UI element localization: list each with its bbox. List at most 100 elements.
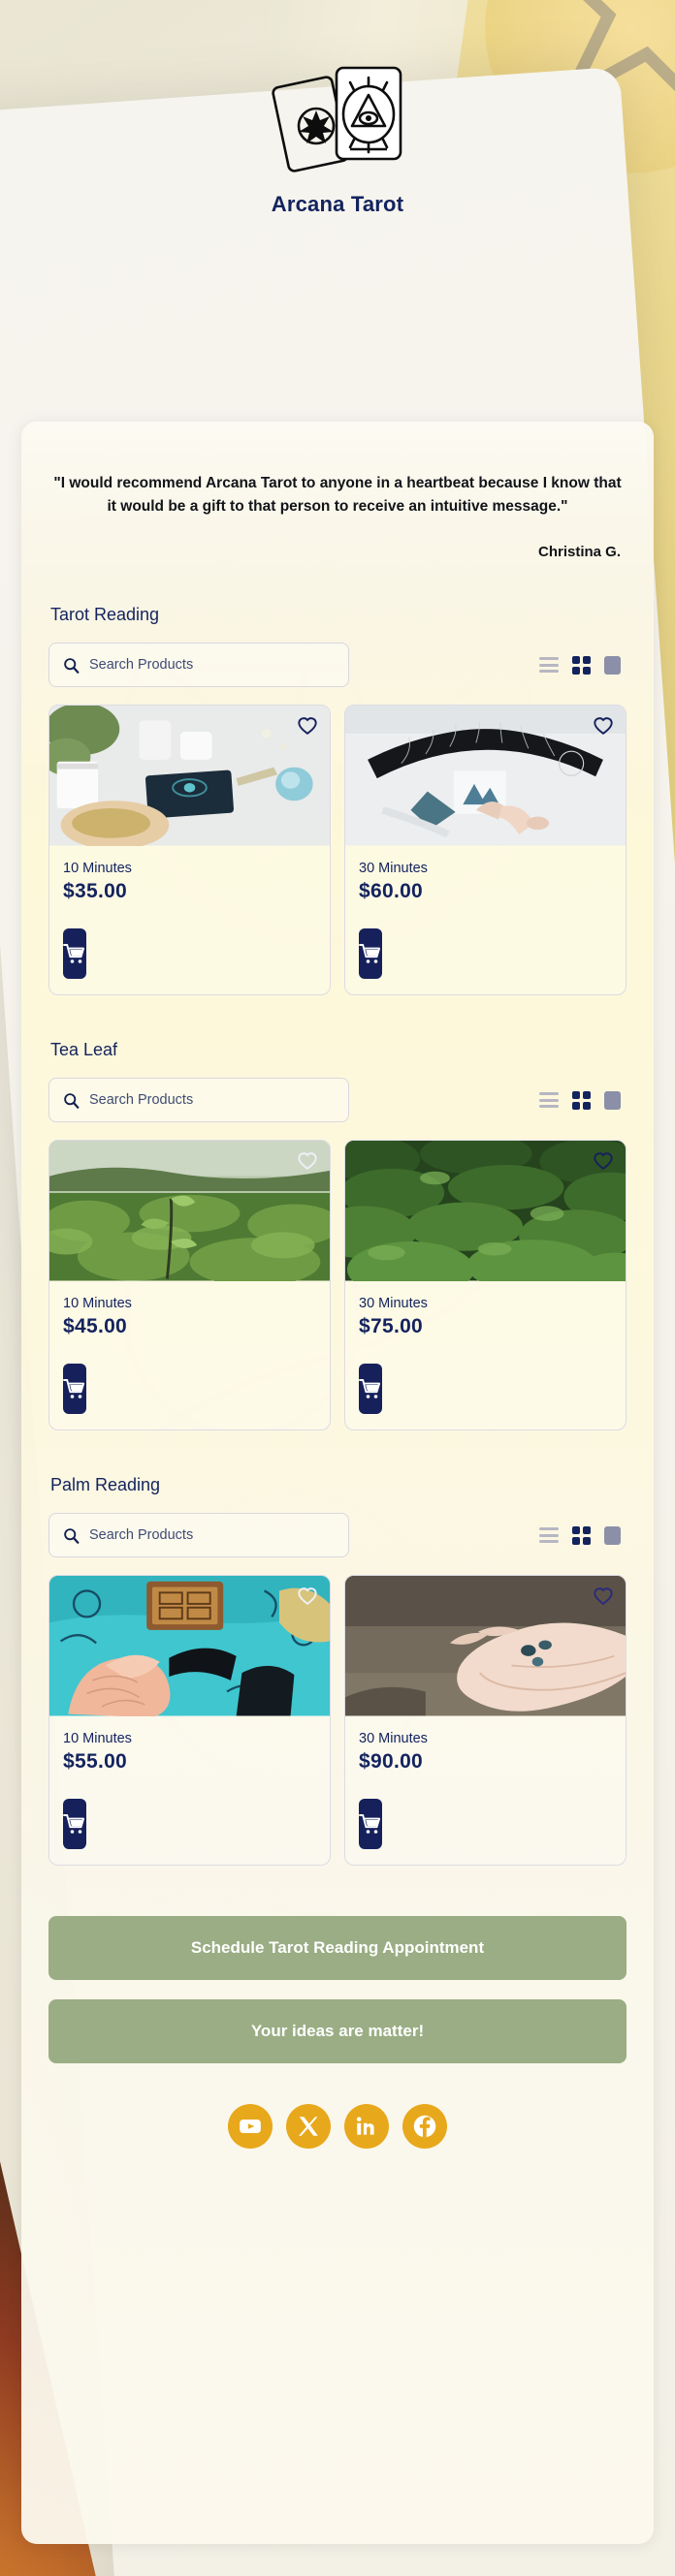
product-card[interactable]: 30 Minutes $90.00 [344, 1575, 627, 1867]
section-heading: Tarot Reading [50, 605, 160, 625]
product-price: $35.00 [63, 880, 128, 903]
testimonial-quote: "I would recommend Arcana Tarot to anyon… [53, 475, 622, 516]
list-view-icon[interactable] [539, 1527, 559, 1544]
product-duration: 10 Minutes [63, 861, 132, 877]
section-palm-reading: Palm Reading Search Products 10 Minutes … [48, 1475, 627, 1867]
product-card[interactable]: 10 Minutes $35.00 [48, 705, 331, 996]
heart-icon[interactable] [593, 715, 614, 737]
product-duration: 10 Minutes [63, 1731, 132, 1747]
single-column-view-icon[interactable] [604, 1525, 621, 1545]
product-image [49, 706, 330, 849]
grid-view-icon[interactable] [572, 1090, 591, 1110]
search-box[interactable] [48, 643, 349, 688]
product-info: 10 Minutes $45.00 [49, 1284, 330, 1338]
search-input[interactable] [89, 1092, 335, 1109]
product-grid: 10 Minutes $45.00 30 Minutes $75.00 [48, 1140, 627, 1431]
section-tea-leaf: Tea Leaf Search Products 10 Minutes $45.… [48, 1040, 627, 1431]
section-heading: Palm Reading [50, 1475, 161, 1495]
add-to-cart-button[interactable] [63, 928, 86, 980]
product-info: 10 Minutes $55.00 [49, 1719, 330, 1774]
product-image [49, 1141, 330, 1284]
heart-icon[interactable] [297, 715, 318, 737]
product-price: $45.00 [63, 1315, 128, 1338]
schedule-appointment-button[interactable]: Schedule Tarot Reading Appointment [48, 1916, 627, 1981]
product-card[interactable]: 30 Minutes $75.00 [344, 1140, 627, 1431]
tea-plantation-sprout-photo [49, 1141, 330, 1281]
view-toggle-group [539, 1525, 627, 1545]
search-input[interactable] [89, 1527, 335, 1544]
add-to-cart-button[interactable] [63, 1799, 86, 1850]
product-info: 30 Minutes $75.00 [345, 1284, 626, 1338]
product-duration: 30 Minutes [359, 1296, 428, 1312]
view-toggle-group [539, 655, 627, 675]
search-icon [64, 1527, 80, 1544]
shopping-cart-icon [359, 944, 381, 963]
facebook-icon[interactable] [402, 2104, 447, 2150]
product-info: 30 Minutes $60.00 [345, 849, 626, 903]
add-to-cart-button[interactable] [359, 928, 382, 980]
search-icon [64, 1092, 80, 1109]
youtube-icon[interactable] [228, 2104, 273, 2150]
product-card[interactable]: 30 Minutes $60.00 [344, 705, 627, 996]
search-box[interactable] [48, 1078, 349, 1123]
grid-view-icon[interactable] [572, 655, 591, 675]
view-toggle-group [539, 1090, 627, 1110]
product-image [345, 706, 626, 849]
testimonial-author: Christina G. [537, 544, 621, 561]
social-links [48, 2104, 627, 2183]
product-card[interactable]: 10 Minutes $55.00 [48, 1575, 331, 1867]
product-duration: 10 Minutes [63, 1296, 132, 1312]
page-title: Arcana Tarot [271, 192, 404, 216]
product-price: $55.00 [63, 1750, 128, 1774]
linkedin-glyph-icon [356, 2117, 374, 2135]
brand-header: Arcana Tarot [0, 56, 675, 217]
your-ideas-button[interactable]: Your ideas are matter! [48, 1999, 627, 2064]
product-image [345, 1141, 626, 1284]
cta-button-group: Schedule Tarot Reading Appointment Your … [48, 1916, 627, 2064]
heart-icon[interactable] [297, 1150, 318, 1172]
grid-view-icon[interactable] [572, 1525, 591, 1545]
section-toolbar [48, 1078, 627, 1123]
product-info: 30 Minutes $90.00 [345, 1719, 626, 1774]
search-box[interactable] [48, 1513, 349, 1558]
list-view-icon[interactable] [539, 657, 559, 674]
heart-icon[interactable] [593, 1150, 614, 1172]
linkedin-icon[interactable] [344, 2104, 389, 2150]
product-grid: 10 Minutes $55.00 30 Minutes $90.00 [48, 1575, 627, 1867]
section-heading: Tea Leaf [50, 1040, 118, 1060]
x-twitter-icon[interactable] [286, 2104, 331, 2150]
product-grid: 10 Minutes $35.00 30 Minutes $60.00 [48, 705, 627, 996]
product-price: $75.00 [359, 1315, 424, 1338]
palm-reading-cloth-photo [49, 1576, 330, 1716]
testimonial-block: "I would recommend Arcana Tarot to anyon… [48, 422, 627, 560]
list-view-icon[interactable] [539, 1092, 559, 1109]
shopping-cart-icon [359, 1379, 381, 1398]
product-card[interactable]: 10 Minutes $45.00 [48, 1140, 331, 1431]
add-to-cart-button[interactable] [63, 1364, 86, 1415]
open-palm-photo [345, 1576, 626, 1716]
search-input[interactable] [89, 657, 335, 674]
product-duration: 30 Minutes [359, 861, 428, 877]
facebook-glyph-icon [413, 2115, 436, 2138]
shopping-cart-icon [63, 1814, 85, 1834]
shopping-cart-icon [359, 1814, 381, 1834]
section-toolbar [48, 643, 627, 688]
heart-icon[interactable] [593, 1586, 614, 1607]
single-column-view-icon[interactable] [604, 655, 621, 675]
add-to-cart-button[interactable] [359, 1799, 382, 1850]
shopping-cart-icon [63, 944, 85, 963]
product-duration: 30 Minutes [359, 1731, 428, 1747]
product-image [49, 1576, 330, 1719]
x-glyph-icon [299, 2117, 318, 2136]
add-to-cart-button[interactable] [359, 1364, 382, 1415]
heart-icon[interactable] [297, 1586, 318, 1607]
main-content-card: "I would recommend Arcana Tarot to anyon… [21, 422, 654, 2544]
tarot-deck-crystals-photo [49, 706, 330, 846]
product-info: 10 Minutes $35.00 [49, 849, 330, 903]
page-root: Arcana Tarot "I would recommend Arcana T… [0, 0, 675, 2576]
tarot-card-fan-photo [345, 706, 626, 846]
product-image [345, 1576, 626, 1719]
shopping-cart-icon [63, 1379, 85, 1398]
single-column-view-icon[interactable] [604, 1090, 621, 1110]
youtube-glyph-icon [240, 2119, 261, 2134]
